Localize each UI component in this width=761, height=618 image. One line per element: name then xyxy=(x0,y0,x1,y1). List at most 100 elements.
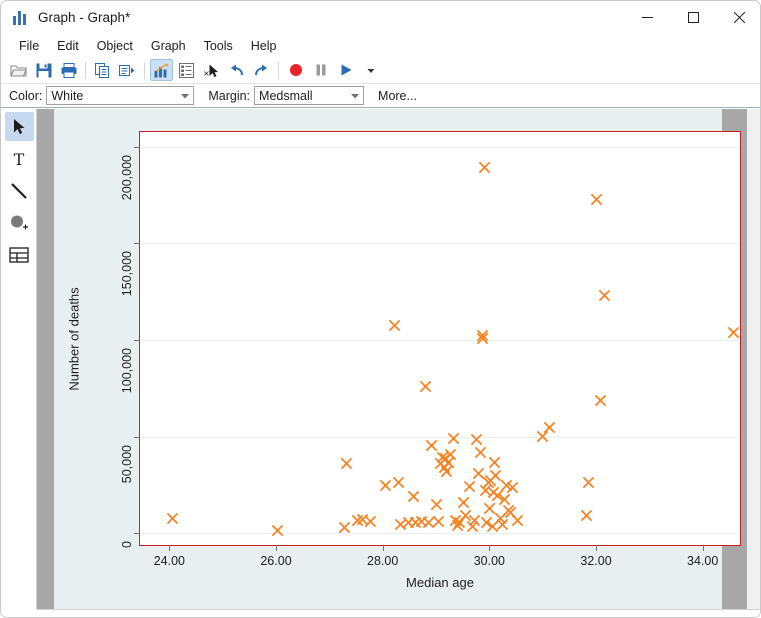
data-point-marker[interactable] xyxy=(425,439,438,452)
svg-text:×: × xyxy=(203,69,210,78)
y-axis-tick xyxy=(134,243,140,245)
options-bar: Color: White Margin: Medsmall More... xyxy=(1,84,760,108)
menu-graph[interactable]: Graph xyxy=(142,37,195,55)
chevron-down-icon xyxy=(347,93,363,99)
open-icon[interactable] xyxy=(7,59,30,81)
data-point-marker[interactable] xyxy=(511,514,524,527)
data-point-marker[interactable] xyxy=(447,432,460,445)
data-point-marker[interactable] xyxy=(392,476,405,489)
grid-edit-icon[interactable] xyxy=(175,59,198,81)
menu-object[interactable]: Object xyxy=(88,37,142,55)
minimize-button[interactable] xyxy=(624,1,670,33)
menu-edit[interactable]: Edit xyxy=(48,37,88,55)
play-icon[interactable] xyxy=(334,59,357,81)
data-point-marker[interactable] xyxy=(444,448,457,461)
data-point-marker[interactable] xyxy=(506,481,519,494)
copy-icon[interactable] xyxy=(91,59,114,81)
data-point-marker[interactable] xyxy=(430,498,443,511)
data-point-marker[interactable] xyxy=(594,394,607,407)
window-title: Graph - Graph* xyxy=(38,10,131,25)
data-point-marker[interactable] xyxy=(419,380,432,393)
data-point-marker[interactable] xyxy=(598,289,611,302)
deselect-pointer-icon[interactable]: × xyxy=(200,59,223,81)
maximize-button[interactable] xyxy=(670,1,716,33)
data-point-marker[interactable] xyxy=(496,518,509,531)
x-axis-title: Median age xyxy=(406,575,474,590)
more-button[interactable]: More... xyxy=(378,89,417,103)
y-axis-tick xyxy=(134,533,140,535)
graph-window: Graph - Graph* File Edit Object Graph To… xyxy=(0,0,761,618)
data-point-marker[interactable] xyxy=(166,512,179,525)
menu-tools[interactable]: Tools xyxy=(195,37,242,55)
data-point-marker[interactable] xyxy=(476,329,489,342)
print-icon[interactable] xyxy=(57,59,80,81)
data-point-marker[interactable] xyxy=(340,457,353,470)
title-bar: Graph - Graph* xyxy=(1,1,760,34)
data-point-marker[interactable] xyxy=(379,479,392,492)
graph-viewport[interactable]: Number of deaths Median age 0 50,000 100,0… xyxy=(37,109,760,617)
data-point-marker[interactable] xyxy=(388,319,401,332)
data-point-marker[interactable] xyxy=(478,161,491,174)
data-point-marker[interactable] xyxy=(488,456,501,469)
redo-icon[interactable] xyxy=(250,59,273,81)
margin-select[interactable]: Medsmall xyxy=(254,86,365,105)
y-axis-title: Number of deaths xyxy=(66,286,82,391)
data-point-marker[interactable] xyxy=(543,421,556,434)
svg-text:T: T xyxy=(14,151,25,167)
viewport-bottom-edge xyxy=(37,609,760,617)
x-axis-tick-label: 30.00 xyxy=(473,554,505,568)
margin-select-value: Medsmall xyxy=(259,88,313,103)
x-axis-tick xyxy=(489,545,491,551)
color-label: Color: xyxy=(9,88,43,103)
pause-icon[interactable] xyxy=(309,59,332,81)
text-tool[interactable]: T xyxy=(5,144,34,173)
y-axis-tick xyxy=(134,436,140,438)
data-point-marker[interactable] xyxy=(463,480,476,493)
icon-toolbar: × xyxy=(1,57,760,84)
data-point-marker[interactable] xyxy=(271,524,284,537)
data-point-marker[interactable] xyxy=(432,515,445,528)
marker-tool[interactable] xyxy=(5,208,34,237)
data-point-marker[interactable] xyxy=(364,515,377,528)
data-point-marker[interactable] xyxy=(470,433,483,446)
rename-icon[interactable] xyxy=(116,59,139,81)
graph-canvas[interactable]: Number of deaths Median age 0 50,000 100,0… xyxy=(54,109,741,609)
margin-label: Margin: xyxy=(208,88,251,103)
x-axis-tick-label: 28.00 xyxy=(367,554,399,568)
data-point-marker[interactable] xyxy=(474,446,487,459)
plot-region[interactable]: Number of deaths Median age 0 50,000 100,0… xyxy=(67,131,741,590)
data-point-marker[interactable] xyxy=(338,521,351,534)
dropdown-arrow-icon[interactable] xyxy=(359,59,382,81)
close-button[interactable] xyxy=(716,1,760,33)
color-select[interactable]: White xyxy=(46,86,195,105)
pointer-tool[interactable] xyxy=(4,112,34,141)
data-point-marker[interactable] xyxy=(590,193,603,206)
grid-tool[interactable] xyxy=(5,240,34,269)
x-axis-tick xyxy=(702,545,704,551)
toolbar-separator xyxy=(144,61,145,79)
x-axis-tick-label: 24.00 xyxy=(153,554,185,568)
chevron-down-icon xyxy=(177,93,193,99)
gridline xyxy=(140,146,740,148)
line-tool[interactable] xyxy=(5,176,34,205)
y-axis-tick xyxy=(134,339,140,341)
record-icon[interactable] xyxy=(284,59,307,81)
data-point-marker[interactable] xyxy=(407,490,420,503)
data-point-marker[interactable] xyxy=(727,326,740,339)
data-point-marker[interactable] xyxy=(457,496,470,509)
x-axis-tick xyxy=(382,545,384,551)
menu-file[interactable]: File xyxy=(10,37,48,55)
gridline xyxy=(140,436,740,438)
graph-bars-icon xyxy=(13,10,29,25)
window-controls xyxy=(624,1,760,33)
x-axis-tick-label: 32.00 xyxy=(580,554,612,568)
gridline xyxy=(140,243,740,245)
undo-icon[interactable] xyxy=(225,59,248,81)
start-graph-editor-icon[interactable] xyxy=(150,59,173,81)
gridline xyxy=(140,533,740,535)
data-point-marker[interactable] xyxy=(468,514,481,527)
data-point-marker[interactable] xyxy=(580,509,593,522)
save-icon[interactable] xyxy=(32,59,55,81)
data-point-marker[interactable] xyxy=(582,476,595,489)
menu-help[interactable]: Help xyxy=(242,37,286,55)
